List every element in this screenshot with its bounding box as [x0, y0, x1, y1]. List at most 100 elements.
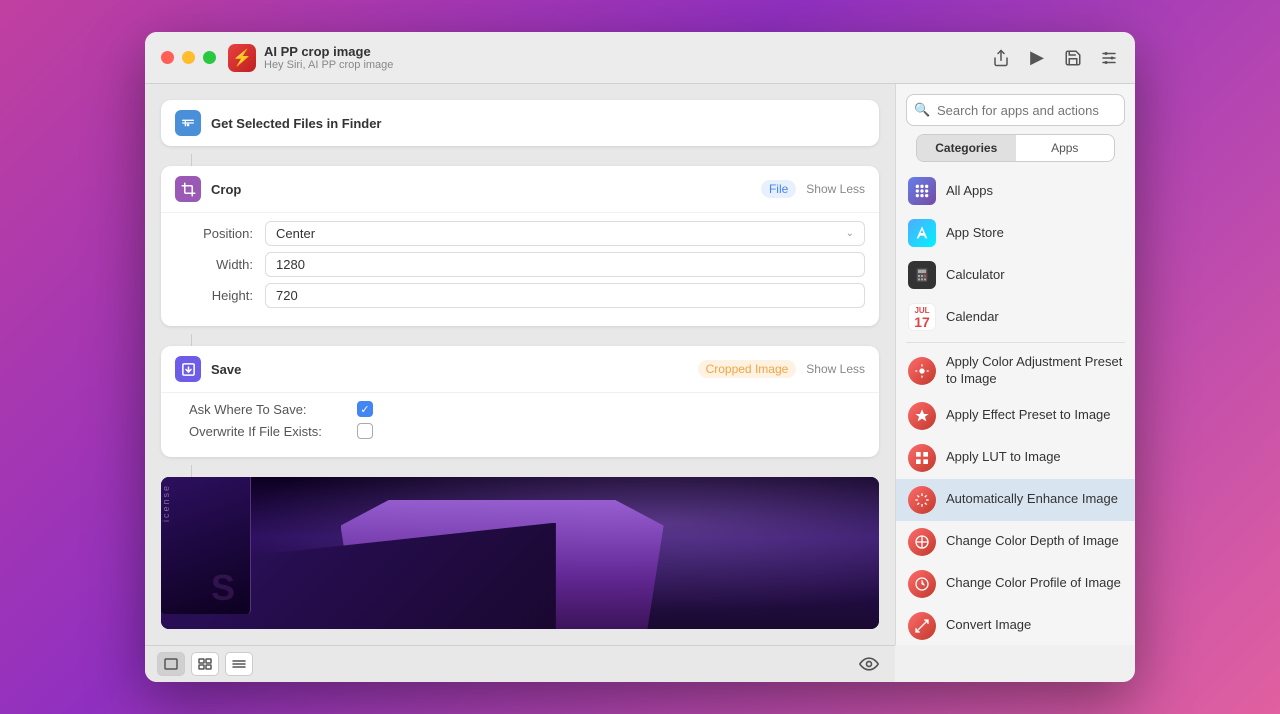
- convert-image-icon: [908, 612, 936, 640]
- connector-2: [191, 334, 192, 346]
- step-save-icon: [175, 356, 201, 382]
- main-window: ⚡ AI PP crop image Hey Siri, AI PP crop …: [145, 32, 1135, 682]
- change-color-depth-item[interactable]: Change Color Depth of Image: [896, 521, 1135, 563]
- apply-effect-icon: [908, 402, 936, 430]
- traffic-lights: [161, 51, 216, 64]
- position-label: Position:: [175, 226, 265, 241]
- width-label: Width:: [175, 257, 265, 272]
- app-icon: ⚡: [228, 44, 256, 72]
- save-icon[interactable]: [1063, 48, 1083, 68]
- overwrite-label: Overwrite If File Exists:: [189, 424, 349, 439]
- connector-3: [191, 465, 192, 477]
- preview-image: icense S: [161, 477, 879, 629]
- height-field-row: Height:: [175, 283, 865, 308]
- apply-color-adj-icon: [908, 357, 936, 385]
- app-store-item[interactable]: App Store: [896, 212, 1135, 254]
- share-button[interactable]: [991, 48, 1011, 68]
- search-input[interactable]: [906, 94, 1125, 126]
- convert-image-item[interactable]: Convert Image: [896, 605, 1135, 645]
- step-crop-body: Position: Center ⌄ Width:: [161, 212, 879, 326]
- bottom-toolbar: [145, 645, 895, 682]
- step-save-label: Save: [211, 362, 688, 377]
- calendar-day: 17: [914, 315, 930, 329]
- calculator-item[interactable]: Calculator: [896, 254, 1135, 296]
- calendar-item[interactable]: JUL 17 Calendar: [896, 296, 1135, 338]
- calendar-icon: JUL 17: [908, 303, 936, 331]
- calculator-icon: [908, 261, 936, 289]
- tab-apps[interactable]: Apps: [1016, 135, 1115, 161]
- apply-lut-item[interactable]: Apply LUT to Image: [896, 437, 1135, 479]
- change-color-depth-icon: [908, 528, 936, 556]
- auto-enhance-item[interactable]: Automatically Enhance Image: [896, 479, 1135, 521]
- height-input[interactable]: [265, 283, 865, 308]
- step-get-files-label: Get Selected Files in Finder: [211, 116, 865, 131]
- right-panel-scroll[interactable]: All Apps App Store: [896, 162, 1135, 645]
- step-save-toggle[interactable]: Show Less: [806, 362, 865, 376]
- search-wrapper: 🔍: [906, 94, 1125, 126]
- eye-button[interactable]: [855, 652, 883, 676]
- view-list-button[interactable]: [225, 652, 253, 676]
- view-single-button[interactable]: [157, 652, 185, 676]
- apply-color-adj-item[interactable]: Apply Color Adjustment Preset to Image: [896, 347, 1135, 395]
- overwrite-checkbox[interactable]: [357, 423, 373, 439]
- position-field-row: Position: Center ⌄: [175, 221, 865, 246]
- apply-lut-label: Apply LUT to Image: [946, 449, 1061, 466]
- app-title-area: ⚡ AI PP crop image Hey Siri, AI PP crop …: [228, 44, 991, 72]
- left-panel: Get Selected Files in Finder Cr: [145, 84, 895, 645]
- app-store-label: App Store: [946, 225, 1004, 242]
- width-field-row: Width:: [175, 252, 865, 277]
- close-button[interactable]: [161, 51, 174, 64]
- title-text: AI PP crop image Hey Siri, AI PP crop im…: [264, 44, 393, 71]
- change-color-profile-icon: [908, 570, 936, 598]
- app-store-icon: [908, 219, 936, 247]
- step-save-tag[interactable]: Cropped Image: [698, 360, 797, 378]
- change-color-depth-label: Change Color Depth of Image: [946, 533, 1119, 550]
- apply-color-adj-label: Apply Color Adjustment Preset to Image: [946, 354, 1123, 388]
- minimize-button[interactable]: [182, 51, 195, 64]
- window-title: AI PP crop image: [264, 44, 393, 59]
- title-bar: ⚡ AI PP crop image Hey Siri, AI PP crop …: [145, 32, 1135, 84]
- step-get-files-header: Get Selected Files in Finder: [161, 100, 879, 146]
- apply-effect-preset-item[interactable]: Apply Effect Preset to Image: [896, 395, 1135, 437]
- change-color-profile-label: Change Color Profile of Image: [946, 575, 1121, 592]
- steps-area: Get Selected Files in Finder Cr: [161, 100, 879, 465]
- auto-enhance-icon: [908, 486, 936, 514]
- position-value: Center: [276, 226, 315, 241]
- preview-section: icense S: [161, 465, 879, 629]
- step-crop-label: Crop: [211, 182, 751, 197]
- step-save-header: Save Cropped Image Show Less: [161, 346, 879, 392]
- auto-enhance-label: Automatically Enhance Image: [946, 491, 1118, 508]
- step-crop: Crop File Show Less Position: Center ⌄: [161, 166, 879, 326]
- step-get-files-icon: [175, 110, 201, 136]
- main-content: Get Selected Files in Finder Cr: [145, 84, 1135, 645]
- settings-icon[interactable]: [1099, 48, 1119, 68]
- steps-container: Get Selected Files in Finder Cr: [161, 100, 879, 629]
- ask-where-checkbox[interactable]: [357, 401, 373, 417]
- view-grid-button[interactable]: [191, 652, 219, 676]
- ask-where-row: Ask Where To Save:: [175, 401, 865, 417]
- run-button[interactable]: ▶: [1027, 48, 1047, 68]
- ask-where-label: Ask Where To Save:: [189, 402, 349, 417]
- step-crop-toggle[interactable]: Show Less: [806, 182, 865, 196]
- step-get-files: Get Selected Files in Finder: [161, 100, 879, 146]
- convert-image-label: Convert Image: [946, 617, 1031, 634]
- title-bar-actions: ▶: [991, 48, 1119, 68]
- overwrite-row: Overwrite If File Exists:: [175, 423, 865, 439]
- tab-bar: Categories Apps: [916, 134, 1115, 162]
- position-dropdown[interactable]: Center ⌄: [265, 221, 865, 246]
- change-color-profile-item[interactable]: Change Color Profile of Image: [896, 563, 1135, 605]
- connector-1: [191, 154, 192, 166]
- step-crop-tag[interactable]: File: [761, 180, 796, 198]
- apply-lut-icon: [908, 444, 936, 472]
- right-panel: 🔍 Categories Apps: [895, 84, 1135, 645]
- height-label: Height:: [175, 288, 265, 303]
- divider-1: [906, 342, 1125, 343]
- right-panel-header: 🔍 Categories Apps: [896, 84, 1135, 162]
- all-apps-item[interactable]: All Apps: [896, 170, 1135, 212]
- width-input[interactable]: [265, 252, 865, 277]
- all-apps-icon: [908, 177, 936, 205]
- dropdown-arrow-icon: ⌄: [846, 228, 854, 239]
- tab-categories[interactable]: Categories: [917, 135, 1016, 161]
- calculator-label: Calculator: [946, 267, 1005, 284]
- maximize-button[interactable]: [203, 51, 216, 64]
